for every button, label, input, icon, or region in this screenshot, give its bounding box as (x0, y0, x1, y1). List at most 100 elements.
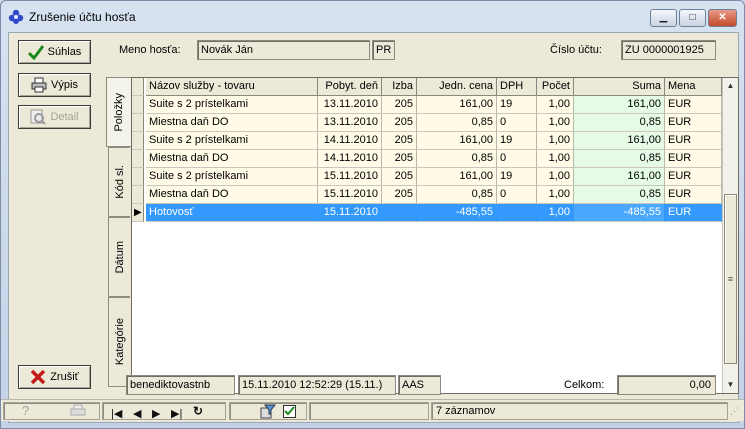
col-date-cell[interactable]: 15.11.2010 (318, 204, 382, 222)
col-price-cell[interactable]: 161,00 (417, 168, 497, 186)
col-name-cell[interactable]: Suite s 2 prístelkami (146, 132, 318, 150)
col-vat-cell[interactable]: 0 (497, 186, 537, 204)
col-price-cell[interactable]: 161,00 (417, 132, 497, 150)
col-qty-cell[interactable]: 1,00 (537, 204, 574, 222)
guest-name-field[interactable]: Novák Ján (197, 40, 370, 60)
col-qty-cell[interactable]: 1,00 (537, 114, 574, 132)
tab-datum[interactable]: Dátum (108, 217, 130, 297)
col-price-cell[interactable]: 0,85 (417, 150, 497, 168)
col-qty-cell[interactable]: 1,00 (537, 96, 574, 114)
col-price-header[interactable]: Jedn. cena (417, 78, 497, 96)
cancel-button[interactable]: Zrušiť (18, 365, 91, 389)
col-vat-cell[interactable]: 19 (497, 132, 537, 150)
col-vat-cell[interactable]: 0 (497, 114, 537, 132)
items-grid[interactable]: Názov služby - tovaru Pobyt. deň Izba Jedn.… (131, 77, 739, 394)
col-currency-cell[interactable]: EUR (665, 204, 722, 222)
col-name-cell[interactable]: Miestna daň DO (146, 114, 318, 132)
col-room-cell[interactable] (382, 204, 417, 222)
col-qty-header[interactable]: Počet (537, 78, 574, 96)
col-room-cell[interactable]: 205 (382, 132, 417, 150)
col-date-cell[interactable]: 13.11.2010 (318, 96, 382, 114)
table-row[interactable]: Miestna daň DO 15.11.2010 205 0,85 0 1,00 0,85… (132, 186, 722, 204)
table-row[interactable]: Miestna daň DO 13.11.2010 205 0,85 0 1,00 0,85… (132, 114, 722, 132)
tab-kategorie[interactable]: Kategórie (108, 297, 130, 387)
col-qty-cell[interactable]: 1,00 (537, 132, 574, 150)
col-room-cell[interactable]: 205 (382, 186, 417, 204)
col-vat-cell[interactable] (497, 204, 537, 222)
col-sum-header[interactable]: Suma (574, 78, 665, 96)
next-record-icon[interactable]: ▶ (152, 407, 160, 420)
table-row[interactable]: ▶ Hotovosť 15.11.2010 -485,55 1,00 -485,55 EUR (132, 204, 722, 222)
col-name-header[interactable]: Názov služby - tovaru (146, 78, 318, 96)
col-sum-cell[interactable]: 0,85 (574, 114, 665, 132)
col-currency-cell[interactable]: EUR (665, 132, 722, 150)
print-button[interactable]: Výpis (18, 73, 91, 97)
col-currency-cell[interactable]: EUR (665, 186, 722, 204)
col-name-cell[interactable]: Hotovosť (146, 204, 318, 222)
col-currency-cell[interactable]: EUR (665, 96, 722, 114)
col-room-cell[interactable]: 205 (382, 114, 417, 132)
col-vat-header[interactable]: DPH (497, 78, 537, 96)
col-qty-cell[interactable]: 1,00 (537, 186, 574, 204)
col-sum-cell[interactable]: 0,85 (574, 186, 665, 204)
col-date-cell[interactable]: 15.11.2010 (318, 168, 382, 186)
col-sum-cell[interactable]: 161,00 (574, 96, 665, 114)
close-button[interactable]: ✕ (708, 9, 737, 27)
table-row[interactable]: Suite s 2 prístelkami 14.11.2010 205 161,00… (132, 132, 722, 150)
col-vat-cell[interactable]: 19 (497, 168, 537, 186)
col-sum-cell[interactable]: 161,00 (574, 132, 665, 150)
col-date-cell[interactable]: 14.11.2010 (318, 132, 382, 150)
printer-icon[interactable] (70, 404, 86, 418)
guest-code-field[interactable]: PR (372, 40, 395, 60)
scroll-down-icon[interactable]: ▼ (723, 377, 738, 393)
vertical-scrollbar[interactable]: ▲ ≡ ▼ (722, 78, 738, 393)
maximize-button[interactable]: □ (679, 9, 706, 27)
col-date-cell[interactable]: 14.11.2010 (318, 150, 382, 168)
col-sum-cell[interactable]: -485,55 (574, 204, 665, 222)
col-currency-cell[interactable]: EUR (665, 168, 722, 186)
col-vat-cell[interactable]: 19 (497, 96, 537, 114)
scroll-up-icon[interactable]: ▲ (723, 78, 738, 94)
table-row[interactable]: Miestna daň DO 14.11.2010 205 0,85 0 1,00 0,85… (132, 150, 722, 168)
checkbox-icon[interactable] (283, 405, 296, 418)
col-name-cell[interactable]: Miestna daň DO (146, 150, 318, 168)
col-price-cell[interactable]: -485,55 (417, 204, 497, 222)
col-name-cell[interactable]: Miestna daň DO (146, 186, 318, 204)
help-icon[interactable]: ? (22, 403, 29, 418)
col-room-header[interactable]: Izba (382, 78, 417, 96)
col-currency-header[interactable]: Mena (665, 78, 722, 96)
detail-button[interactable]: Detail (18, 105, 91, 129)
col-vat-cell[interactable]: 0 (497, 150, 537, 168)
prev-record-icon[interactable]: ◀ (133, 407, 141, 420)
filter-icon[interactable] (260, 404, 276, 419)
table-row[interactable]: Suite s 2 prístelkami 15.11.2010 205 161,00… (132, 168, 722, 186)
col-currency-cell[interactable]: EUR (665, 114, 722, 132)
scroll-thumb[interactable]: ≡ (724, 194, 737, 364)
col-room-cell[interactable]: 205 (382, 150, 417, 168)
col-qty-cell[interactable]: 1,00 (537, 168, 574, 186)
refresh-icon[interactable]: ↻ (193, 404, 203, 418)
account-number-field[interactable]: ZU 0000001925 (621, 40, 716, 60)
first-record-icon[interactable]: |◀ (111, 407, 122, 420)
col-room-cell[interactable]: 205 (382, 96, 417, 114)
last-record-icon[interactable]: ▶| (171, 407, 182, 420)
col-price-cell[interactable]: 0,85 (417, 114, 497, 132)
col-date-cell[interactable]: 15.11.2010 (318, 186, 382, 204)
resize-grip-icon[interactable]: ⋰ (730, 406, 739, 417)
col-sum-cell[interactable]: 161,00 (574, 168, 665, 186)
col-price-cell[interactable]: 0,85 (417, 186, 497, 204)
col-date-header[interactable]: Pobyt. deň (318, 78, 382, 96)
col-qty-cell[interactable]: 1,00 (537, 150, 574, 168)
minimize-button[interactable]: ▁ (650, 9, 677, 27)
tab-polozky[interactable]: Položky (106, 77, 131, 147)
col-price-cell[interactable]: 161,00 (417, 96, 497, 114)
tab-kod-sl[interactable]: Kód sl. (108, 147, 130, 217)
col-currency-cell[interactable]: EUR (665, 150, 722, 168)
col-room-cell[interactable]: 205 (382, 168, 417, 186)
col-sum-cell[interactable]: 0,85 (574, 150, 665, 168)
col-name-cell[interactable]: Suite s 2 prístelkami (146, 168, 318, 186)
col-name-cell[interactable]: Suite s 2 prístelkami (146, 96, 318, 114)
col-date-cell[interactable]: 13.11.2010 (318, 114, 382, 132)
table-row[interactable]: Suite s 2 prístelkami 13.11.2010 205 161,00… (132, 96, 722, 114)
accept-button[interactable]: Súhlas (18, 40, 91, 64)
